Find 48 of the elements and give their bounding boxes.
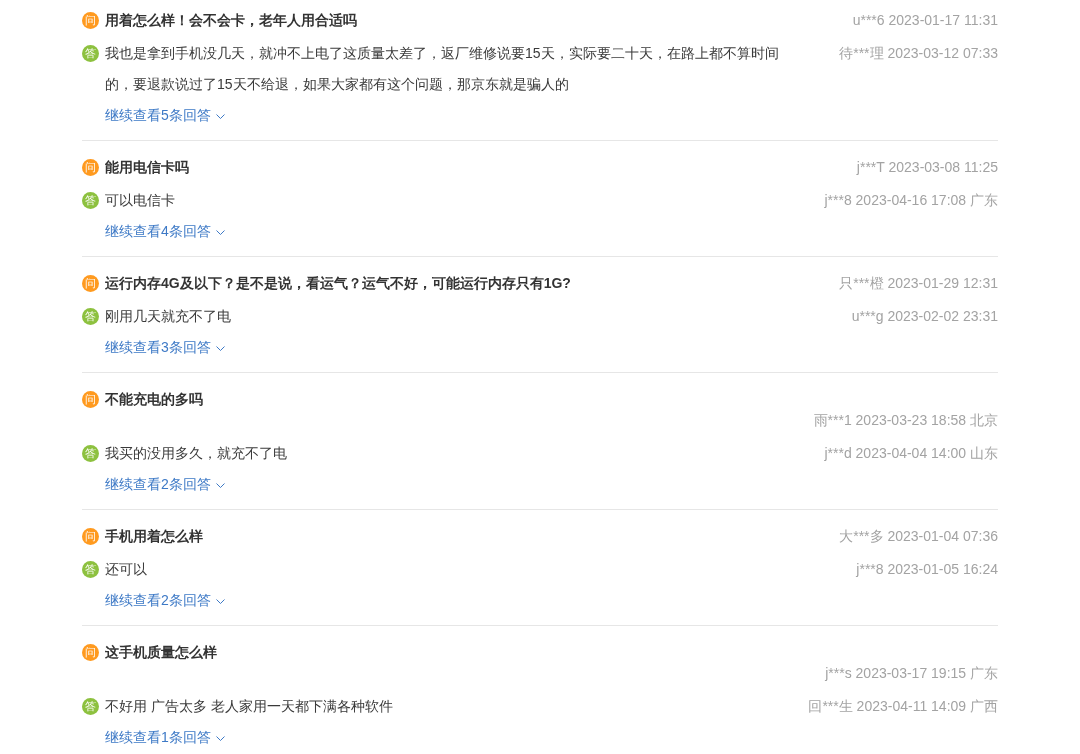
author-date: j***d 2023-04-04 14:00 山东 — [824, 444, 998, 463]
author-date: 回***生 2023-04-11 14:09 广西 — [808, 697, 998, 716]
answer-text: 不好用 广告太多 老人家用一天都下满各种软件 — [105, 697, 394, 716]
author-date: u***g 2023-02-02 23:31 — [851, 307, 998, 326]
answer-text: 可以电信卡 — [105, 191, 176, 210]
author-date: u***6 2023-01-17 11:31 — [852, 11, 998, 30]
chevron-down-icon — [215, 483, 225, 488]
question-tag: 问 — [82, 158, 99, 176]
question-text: 手机用着怎么样 — [105, 527, 203, 546]
author-date: j***8 2023-04-16 17:08 广东 — [824, 191, 998, 210]
question-tag: 问 — [82, 390, 99, 408]
answer-tag: 答 — [82, 45, 99, 62]
answer-text: 刚用几天就充不了电 — [105, 307, 232, 326]
author-date: j***T 2023-03-08 11:25 — [856, 158, 998, 177]
more-answers-link[interactable]: 继续查看1条回答 — [105, 726, 225, 748]
answer-text: 还可以 — [105, 560, 148, 579]
question-tag: 问 — [82, 643, 99, 661]
question-tag: 问 — [82, 527, 99, 545]
author-date: 待***理 2023-03-12 07:33 — [839, 44, 998, 63]
more-answers-link[interactable]: 继续查看5条回答 — [105, 104, 225, 126]
answer-text: 我也是拿到手机没几天，就冲不上电了这质量太差了，返厂维修说要15天，实际要二十天，在路上都不算时间的，要退款说过了15天不给退，如果大家都有这个问题，那京东就是骗人的 — [105, 44, 780, 94]
author-date: 只***橙 2023-01-29 12:31 — [839, 274, 998, 293]
answer-text: 我买的没用多久，就充不了电 — [105, 444, 288, 463]
question-text: 这手机质量怎么样 — [105, 643, 217, 662]
more-answers-link[interactable]: 继续查看4条回答 — [105, 220, 225, 242]
question-text: 运行内存4G及以下？是不是说，看运气？运气不好，可能运行内存只有1G? — [105, 274, 571, 293]
author-date: 大***多 2023-01-04 07:36 — [839, 527, 998, 546]
author-date: j***s 2023-03-17 19:15 广东 — [825, 664, 998, 683]
chevron-down-icon — [215, 346, 225, 351]
answer-tag: 答 — [82, 308, 99, 325]
answer-tag: 答 — [82, 561, 99, 578]
question-text: 能用电信卡吗 — [105, 158, 189, 177]
question-text: 用着怎么样！会不会卡，老年人用合适吗 — [105, 11, 357, 30]
answer-tag: 答 — [82, 698, 99, 715]
answer-tag: 答 — [82, 445, 99, 462]
chevron-down-icon — [215, 599, 225, 604]
more-answers-link[interactable]: 继续查看2条回答 — [105, 589, 225, 611]
author-date: 雨***1 2023-03-23 18:58 北京 — [813, 411, 998, 430]
chevron-down-icon — [215, 736, 225, 741]
question-tag: 问 — [82, 11, 99, 29]
more-answers-link[interactable]: 继续查看3条回答 — [105, 336, 225, 358]
question-tag: 问 — [82, 274, 99, 292]
more-answers-link[interactable]: 继续查看2条回答 — [105, 473, 225, 495]
question-text: 不能充电的多吗 — [105, 390, 203, 409]
chevron-down-icon — [215, 230, 225, 235]
author-date: j***8 2023-01-05 16:24 — [856, 560, 998, 579]
chevron-down-icon — [215, 114, 225, 119]
answer-tag: 答 — [82, 192, 99, 209]
